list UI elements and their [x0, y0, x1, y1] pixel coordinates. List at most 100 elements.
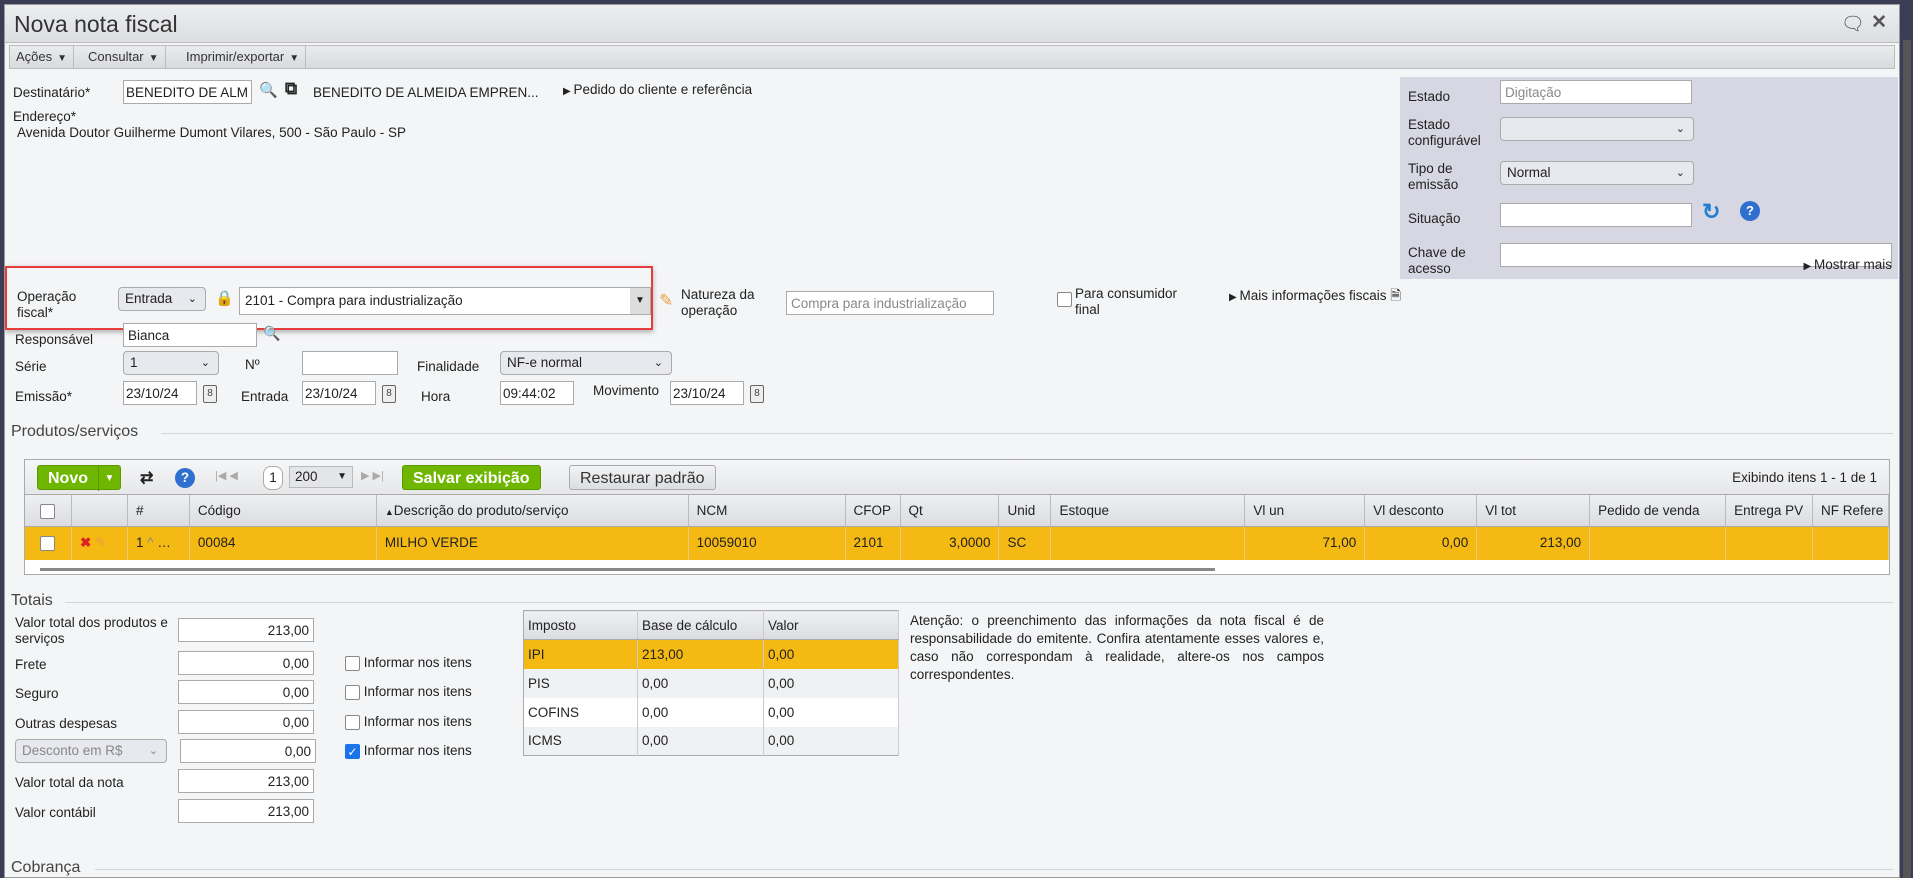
pencil-icon[interactable]: ✎ — [659, 291, 673, 311]
chevron-down-icon: ⌄ — [1675, 123, 1685, 135]
menu-acoes[interactable]: Ações ▼ — [10, 46, 75, 68]
row-checkbox[interactable] — [40, 535, 56, 551]
calendar-icon[interactable]: 8 — [203, 385, 217, 403]
dropdown-arrow-icon[interactable]: ▼ — [630, 288, 650, 314]
operacao-fiscal-combobox[interactable]: 2101 - Compra para industrialização ▼ — [239, 287, 651, 315]
calendar-icon[interactable]: 8 — [750, 385, 764, 403]
table-row[interactable]: IPI 213,00 0,00 — [523, 639, 899, 669]
refresh-icon[interactable]: ↻ — [1702, 199, 1720, 225]
help-icon[interactable]: ? — [175, 468, 195, 488]
informar-desconto-option[interactable]: ✓ Informar nos itens — [345, 743, 472, 759]
valor-contabil-input — [178, 799, 314, 823]
page-size-select[interactable]: 200 ▼ — [289, 466, 353, 488]
responsavel-input[interactable] — [123, 323, 257, 347]
frete-input[interactable] — [178, 651, 314, 675]
column-header[interactable]: Entrega PV — [1726, 495, 1814, 526]
vertical-scrollbar[interactable] — [1903, 40, 1911, 878]
search-icon[interactable]: 🔍 — [259, 81, 278, 99]
novo-button[interactable]: Novo ▼ — [37, 465, 121, 491]
numero-input[interactable] — [302, 351, 398, 375]
column-header[interactable]: NCM — [689, 495, 846, 526]
menu-consultar[interactable]: Consultar ▼ — [82, 46, 166, 68]
informar-desconto-checkbox[interactable]: ✓ — [345, 743, 360, 759]
entrada-date-input[interactable] — [302, 381, 376, 405]
column-header[interactable]: Código — [190, 495, 377, 526]
select-value: NF-e normal — [507, 355, 583, 370]
serie-select[interactable]: 1 ⌄ — [123, 351, 219, 375]
column-header[interactable]: Estoque — [1051, 495, 1246, 526]
responsavel-label: Responsável — [15, 332, 94, 347]
estado-configuravel-select[interactable]: ⌄ — [1500, 117, 1694, 141]
emissao-date-input[interactable] — [123, 381, 197, 405]
horizontal-scrollbar[interactable] — [40, 568, 1215, 571]
informar-outras-checkbox[interactable] — [345, 714, 360, 730]
pagination-status: Exibindo itens 1 - 1 de 1 — [1732, 470, 1877, 485]
operacao-tipo-select[interactable]: Entrada ⌄ — [118, 287, 206, 311]
situacao-input[interactable] — [1500, 203, 1692, 227]
delete-icon[interactable]: ✖ — [80, 535, 91, 550]
select-all-checkbox[interactable] — [40, 503, 56, 519]
page-input[interactable]: 1 — [263, 466, 283, 490]
informar-outras-option[interactable]: Informar nos itens — [345, 714, 472, 730]
column-header[interactable]: Vl tot — [1477, 495, 1591, 526]
comment-icon[interactable]: 🗨 — [1841, 12, 1865, 36]
chevron-down-icon: ⌄ — [200, 357, 210, 369]
informar-seguro-checkbox[interactable] — [345, 684, 360, 700]
table-row[interactable]: PIS 0,00 0,00 — [523, 668, 899, 698]
qt-cell: 3,0000 — [901, 527, 1000, 560]
mostrar-mais-link[interactable]: ▶ Mostrar mais — [1804, 257, 1892, 275]
column-header[interactable]: CFOP — [846, 495, 901, 526]
first-page-icon[interactable]: |◀ ◀ — [215, 469, 238, 482]
column-header[interactable]: Vl desconto — [1365, 495, 1478, 526]
movimento-date-input[interactable] — [670, 381, 744, 405]
column-header[interactable]: # — [128, 495, 190, 526]
sync-icon[interactable]: ⇄ — [140, 468, 153, 488]
informar-frete-option[interactable]: Informar nos itens — [345, 655, 472, 671]
table-row[interactable]: ICMS 0,00 0,00 — [523, 726, 899, 756]
table-row[interactable]: ✖ ✎ 1 ^ … 00084 MILHO VERDE 10059010 210… — [25, 527, 1889, 560]
table-row[interactable]: COFINS 0,00 0,00 — [523, 697, 899, 727]
mais-info-fiscais-link[interactable]: ▶ Mais informações fiscais 🗎 — [1229, 288, 1401, 306]
desconto-tipo-select[interactable]: Desconto em R$ ⌄ — [15, 739, 167, 763]
column-header[interactable]: Pedido de venda — [1590, 495, 1727, 526]
salvar-exibicao-button[interactable]: Salvar exibição — [402, 465, 541, 490]
next-page-icon[interactable]: ▶ ▶| — [361, 469, 384, 482]
finalidade-label: Finalidade — [417, 359, 480, 374]
cobranca-section-title: Cobrança — [11, 859, 81, 876]
pencil-icon[interactable]: ✎ — [95, 535, 106, 550]
totais-section-title: Totais — [11, 592, 53, 609]
restaurar-padrao-button[interactable]: Restaurar padrão — [569, 465, 716, 490]
consumidor-final-checkbox[interactable] — [1057, 292, 1072, 307]
column-header[interactable]: NF Refere — [1813, 495, 1889, 526]
destinatario-input[interactable] — [123, 80, 252, 104]
unid-cell: SC — [999, 527, 1052, 560]
seguro-input[interactable] — [178, 680, 314, 704]
search-icon[interactable]: 🔍 — [263, 325, 280, 342]
outras-despesas-input[interactable] — [178, 710, 314, 734]
column-header-descricao[interactable]: ▲Descrição do produto/serviço — [377, 495, 689, 526]
chevron-up-icon[interactable]: ^ — [147, 535, 153, 550]
base-cell: 0,00 — [637, 668, 764, 698]
calendar-icon[interactable]: 8 — [382, 385, 396, 403]
informar-frete-checkbox[interactable] — [345, 655, 360, 671]
informar-seguro-option[interactable]: Informar nos itens — [345, 684, 472, 700]
column-header[interactable]: Qt — [901, 495, 1000, 526]
finalidade-select[interactable]: NF-e normal ⌄ — [500, 351, 672, 375]
close-icon[interactable]: ✕ — [1871, 11, 1887, 34]
pedido-cliente-link[interactable]: ▶ Pedido do cliente e referência — [563, 82, 752, 100]
natureza-input[interactable] — [786, 291, 994, 315]
menu-bar: Ações ▼ Consultar ▼ Imprimir/exportar ▼ — [9, 45, 1895, 69]
column-header[interactable]: Vl un — [1245, 495, 1366, 526]
menu-imprimir-exportar[interactable]: Imprimir/exportar ▼ — [180, 46, 307, 68]
row-number-cell: 1 ^ … — [128, 527, 190, 560]
caret-down-icon[interactable]: ▼ — [98, 466, 120, 491]
hora-input[interactable] — [500, 381, 574, 405]
valor-produtos-input — [178, 618, 314, 642]
column-header[interactable]: Unid — [999, 495, 1052, 526]
desconto-input[interactable] — [180, 739, 316, 763]
emissao-label: Emissão* — [15, 389, 73, 404]
entrada-label: Entrada — [241, 389, 289, 404]
tipo-emissao-select[interactable]: Normal ⌄ — [1500, 161, 1694, 185]
external-link-icon[interactable]: ⧉ — [285, 79, 297, 99]
help-icon[interactable]: ? — [1740, 201, 1760, 221]
